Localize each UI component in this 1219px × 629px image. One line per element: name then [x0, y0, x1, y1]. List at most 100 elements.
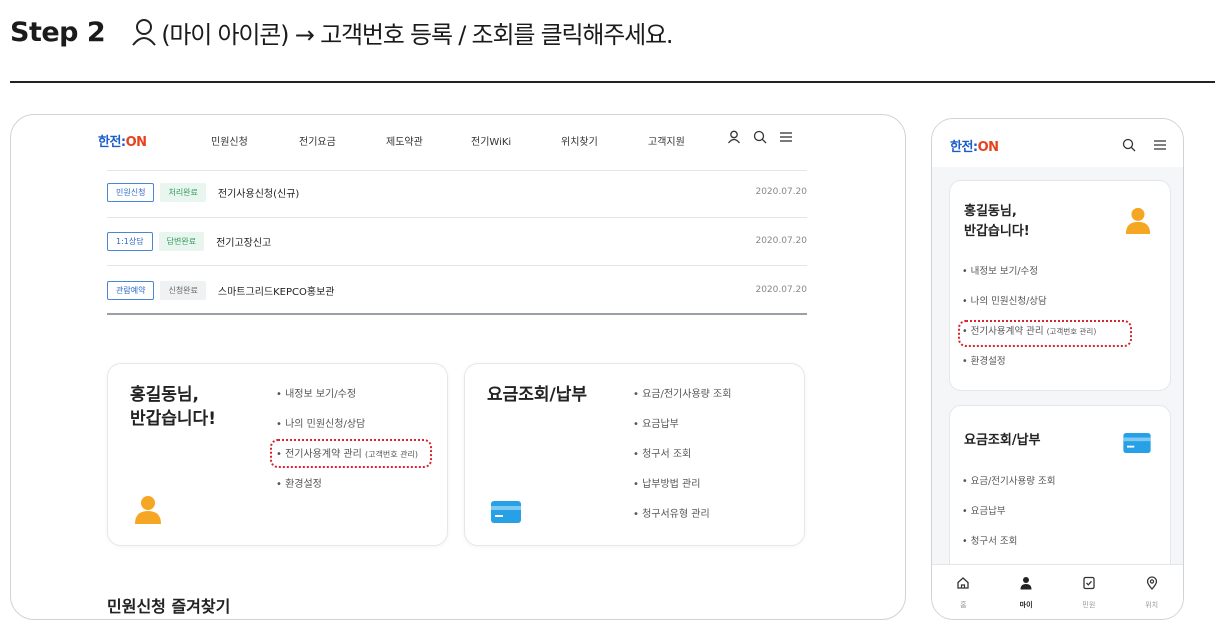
link-bill-type[interactable]: • 청구서유형 관리: [633, 508, 731, 538]
row-date: 2020.07.20: [755, 236, 807, 246]
link-usage[interactable]: • 요금/전기사용량 조회: [633, 388, 731, 418]
my-person-icon: [127, 15, 161, 49]
tab-location[interactable]: 위치: [1120, 565, 1183, 619]
row-title: 전기사용신청(신규): [217, 188, 300, 200]
avatar-icon: [1124, 206, 1152, 238]
tab-label: 위치: [1145, 600, 1159, 609]
kepco-logo[interactable]: 한전:ON: [950, 136, 999, 155]
search-icon[interactable]: [1122, 137, 1136, 156]
status-badge: 처리완료: [160, 182, 206, 202]
list-item[interactable]: 1:1상담 답변완료 전기고장신고 2020.07.20: [107, 229, 807, 253]
link-pay-method[interactable]: • 납부방법 관리: [633, 478, 731, 508]
tab-home[interactable]: 홈: [932, 565, 995, 619]
logo-text: 한전:: [98, 135, 126, 150]
link-label: 환경설정: [285, 479, 322, 490]
step-label: Step 2: [10, 16, 106, 48]
link-label: 청구서 조회: [970, 536, 1018, 547]
logo-text: 한전:: [950, 140, 978, 155]
mobile-top-bar: 한전:ON: [932, 119, 1183, 167]
checklist-icon: [1082, 575, 1096, 594]
location-pin-icon: [1145, 575, 1159, 594]
link-label: 나의 민원신청/상담: [970, 296, 1047, 307]
link-usage[interactable]: • 요금/전기사용량 조회: [962, 476, 1056, 506]
search-icon[interactable]: [753, 129, 767, 148]
bottom-tab-bar: 홈 마이 민원 위치: [932, 564, 1183, 619]
link-settings[interactable]: • 환경설정: [962, 356, 1096, 386]
list-item[interactable]: 관람예약 신청완료 스마트그리드KEPCO홍보관 2020.07.20: [107, 278, 807, 302]
divider: [107, 170, 807, 171]
logo-on: ON: [977, 140, 999, 155]
tab-minwon[interactable]: 민원: [1058, 565, 1121, 619]
menu-icon[interactable]: [779, 129, 793, 148]
link-label: 내정보 보기/수정: [970, 266, 1039, 277]
card-title: 요금조회/납부: [964, 433, 1041, 448]
link-label: 청구서 조회: [642, 449, 692, 460]
link-label: 요금/전기사용량 조회: [970, 476, 1056, 487]
bill-card: 요금조회/납부 • 요금/전기사용량 조회 • 요금납부 • 청구서 조회: [949, 405, 1171, 575]
category-tag: 1:1상담: [107, 231, 153, 251]
kepco-logo[interactable]: 한전:ON: [98, 131, 147, 150]
category-tag: 민원신청: [107, 182, 155, 202]
link-label: 내정보 보기/수정: [285, 389, 357, 400]
tab-label: 홈: [960, 600, 967, 609]
card-title: 요금조회/납부: [487, 385, 588, 405]
favorites-title: 민원신청 즐겨찾기: [107, 597, 231, 616]
link-label: 청구서유형 관리: [642, 509, 710, 520]
greeting: 홍길동님, 반갑습니다!: [964, 204, 1030, 240]
status-badge: 답변완료: [158, 231, 205, 251]
link-pay[interactable]: • 요금납부: [962, 506, 1056, 536]
link-label: 요금납부: [970, 506, 1006, 517]
avatar-icon: [133, 494, 163, 528]
row-date: 2020.07.20: [755, 285, 807, 295]
bill-card: 요금조회/납부 • 요금/전기사용량 조회 • 요금납부 • 청구서 조회 • …: [464, 363, 805, 546]
nav-item-wiki[interactable]: 전기WiKi: [471, 133, 511, 148]
tab-label: 민원: [1082, 600, 1096, 609]
link-bill-view[interactable]: • 청구서 조회: [962, 536, 1056, 566]
divider: [107, 313, 807, 315]
menu-icon[interactable]: [1153, 137, 1167, 156]
link-label: 환경설정: [970, 356, 1006, 367]
tab-my[interactable]: 마이: [995, 565, 1058, 619]
mobile-screen: 한전:ON 홍길동님, 반갑습니다! • 내정보 보기/수정 • 나의 민원신청…: [931, 118, 1184, 620]
status-badge: 신청완료: [160, 280, 206, 300]
credit-card-icon: [491, 501, 521, 527]
step-header: Step 2 (마이 아이콘) → 고객번호 등록 / 조회를 클릭해주세요.: [10, 10, 674, 54]
nav-item-bill[interactable]: 전기요금: [299, 133, 336, 148]
my-person-icon: [1019, 575, 1033, 594]
my-info-card: 홍길동님, 반갑습니다! • 내정보 보기/수정 • 나의 민원신청/상담 • …: [949, 180, 1171, 391]
divider: [107, 217, 807, 218]
header-divider: [10, 81, 1215, 83]
bill-link-list: • 요금/전기사용량 조회 • 요금납부 • 청구서 조회: [962, 476, 1056, 566]
my-person-icon[interactable]: [727, 129, 741, 148]
highlight-box: [958, 320, 1132, 347]
bill-link-list: • 요금/전기사용량 조회 • 요금납부 • 청구서 조회 • 납부방법 관리 …: [633, 388, 731, 538]
greeting: 홍길동님, 반갑습니다!: [130, 385, 216, 429]
logo-on: ON: [125, 135, 147, 150]
link-bill-view[interactable]: • 청구서 조회: [633, 448, 731, 478]
category-tag: 관람예약: [107, 280, 155, 300]
link-label: 요금/전기사용량 조회: [642, 389, 732, 400]
step-instruction: (마이 아이콘) → 고객번호 등록 / 조회를 클릭해주세요.: [161, 20, 673, 49]
link-label: 납부방법 관리: [642, 479, 701, 490]
link-settings[interactable]: • 환경설정: [276, 478, 418, 508]
link-profile[interactable]: • 내정보 보기/수정: [962, 266, 1096, 296]
link-label: 나의 민원신청/상담: [285, 419, 366, 430]
link-pay[interactable]: • 요금납부: [633, 418, 731, 448]
desktop-screen: 한전:ON 민원신청 전기요금 제도약관 전기WiKi 위치찾기 고객지원 민원…: [10, 114, 906, 620]
list-item[interactable]: 민원신청 처리완료 전기사용신청(신규) 2020.07.20: [107, 180, 807, 204]
nav-icon-group: [727, 129, 793, 148]
home-icon: [956, 575, 970, 594]
nav-item-location[interactable]: 위치찾기: [561, 133, 598, 148]
row-title: 스마트그리드KEPCO홍보관: [217, 286, 335, 298]
tab-label: 마이: [1019, 600, 1033, 609]
link-label: 요금납부: [642, 419, 679, 430]
row-title: 전기고장신고: [216, 237, 272, 249]
row-date: 2020.07.20: [755, 187, 807, 197]
divider: [107, 265, 807, 266]
highlight-box: [270, 439, 432, 468]
nav-item-minwon[interactable]: 민원신청: [211, 133, 248, 148]
link-profile[interactable]: • 내정보 보기/수정: [276, 388, 418, 418]
nav-item-policy[interactable]: 제도약관: [386, 133, 423, 148]
credit-card-icon: [1122, 433, 1152, 457]
nav-item-support[interactable]: 고객지원: [648, 133, 685, 148]
